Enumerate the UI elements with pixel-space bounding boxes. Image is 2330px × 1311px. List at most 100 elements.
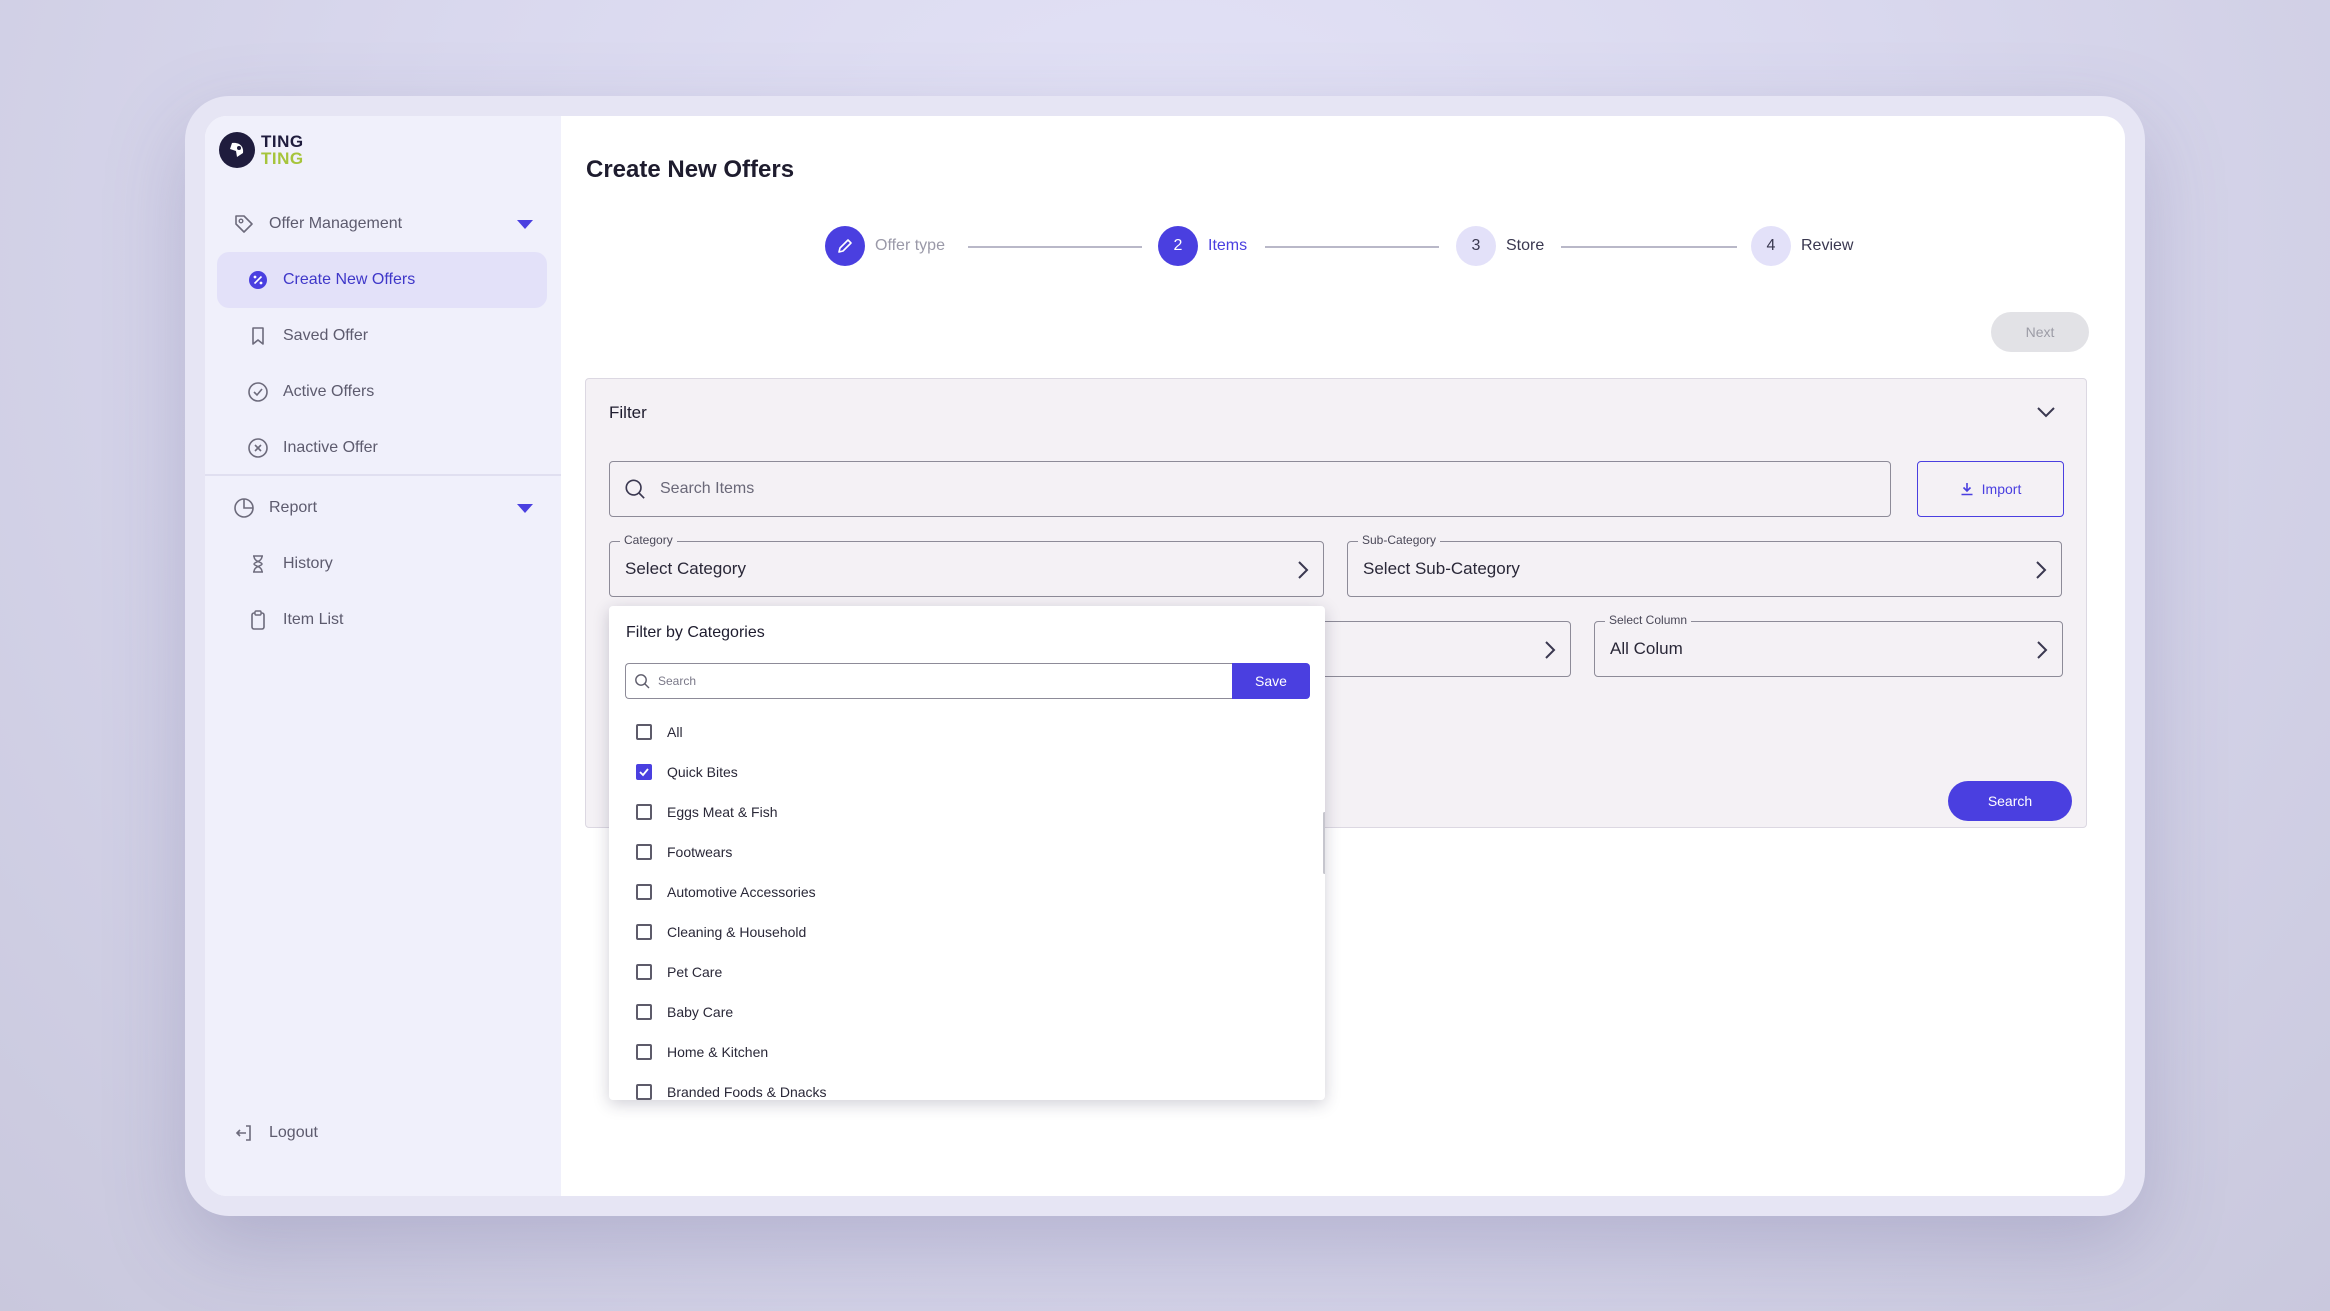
option-label: Home & Kitchen — [667, 1044, 769, 1060]
checkbox[interactable] — [636, 844, 652, 860]
category-label: Category — [620, 533, 677, 547]
sidebar: TING TING Offer Management Create New Of… — [205, 116, 561, 1196]
option-label: Cleaning & Household — [667, 924, 807, 940]
category-select[interactable]: Category Select Category — [609, 533, 1324, 597]
checkbox[interactable] — [636, 924, 652, 940]
pencil-icon — [838, 239, 852, 253]
sub-category-select[interactable]: Sub-Category Select Sub-Category — [1347, 533, 2062, 597]
filter-title: Filter — [609, 403, 647, 422]
sidebar-item-saved-offer[interactable]: Saved Offer — [217, 308, 547, 364]
step-review[interactable]: 4 Review — [1751, 226, 1853, 266]
step-label: Store — [1506, 237, 1545, 254]
search-button[interactable]: Search — [1948, 781, 2072, 821]
brand-mark-icon — [219, 132, 255, 168]
search-icon — [635, 674, 650, 689]
brand-name: TING TING — [261, 133, 304, 167]
dropdown-search-input[interactable]: Search — [625, 663, 1232, 699]
tag-icon — [233, 213, 255, 235]
sidebar-item-active-offers[interactable]: Active Offers — [217, 364, 547, 420]
sub-category-label: Sub-Category — [1358, 533, 1441, 547]
select-column-label: Select Column — [1605, 613, 1692, 627]
sidebar-item-item-list[interactable]: Item List — [217, 592, 547, 648]
category-options-list: All Quick Bites Eggs Meat & Fish Footwea… — [636, 712, 1276, 1100]
checkbox[interactable] — [636, 1044, 652, 1060]
caret-down-icon[interactable] — [517, 504, 533, 513]
select-column-select[interactable]: Select Column All Colum — [1594, 613, 2063, 677]
logout-button[interactable]: Logout — [233, 1122, 318, 1144]
chevron-down-icon[interactable] — [2036, 405, 2056, 424]
step-offer-type[interactable]: Offer type — [825, 226, 945, 266]
sub-category-value: Select Sub-Category — [1363, 559, 1520, 578]
category-option[interactable]: Cleaning & Household — [636, 912, 1276, 952]
category-option[interactable]: Eggs Meat & Fish — [636, 792, 1276, 832]
category-value: Select Category — [625, 559, 746, 578]
step-number: 4 — [1751, 226, 1791, 266]
sidebar-item-label: Active Offers — [283, 383, 375, 400]
discount-icon — [247, 269, 269, 291]
chevron-right-icon — [2036, 640, 2048, 665]
option-label: Footwears — [667, 844, 733, 860]
step-number: 2 — [1158, 226, 1198, 266]
sidebar-item-inactive-offer[interactable]: Inactive Offer — [217, 420, 547, 476]
option-label: All — [667, 724, 683, 740]
hourglass-icon — [247, 553, 269, 575]
step-connector — [1561, 246, 1737, 248]
sidebar-item-create-new-offers[interactable]: Create New Offers — [217, 252, 547, 308]
logout-label: Logout — [269, 1124, 318, 1141]
category-option[interactable]: All — [636, 712, 1276, 752]
step-items[interactable]: 2 Items — [1158, 226, 1247, 266]
step-store[interactable]: 3 Store — [1456, 226, 1544, 266]
download-icon — [1961, 483, 1973, 496]
sidebar-item-label: History — [283, 555, 333, 572]
checkbox[interactable] — [636, 764, 652, 780]
category-option[interactable]: Pet Care — [636, 952, 1276, 992]
option-label: Eggs Meat & Fish — [667, 804, 778, 820]
chevron-right-icon — [2035, 560, 2047, 585]
option-label: Baby Care — [667, 1004, 734, 1020]
logout-icon — [233, 1122, 255, 1144]
checkbox[interactable] — [636, 724, 652, 740]
category-option[interactable]: Automotive Accessories — [636, 872, 1276, 912]
nav-group-label: Offer Management — [269, 215, 403, 232]
chevron-right-icon — [1297, 560, 1309, 585]
search-items-input[interactable]: Search Items — [609, 461, 1891, 517]
category-option[interactable]: Quick Bites — [636, 752, 1276, 792]
checkbox[interactable] — [636, 884, 652, 900]
brand-line-2: TING — [261, 149, 304, 168]
checkbox[interactable] — [636, 964, 652, 980]
nav-group-report[interactable]: Report — [205, 480, 561, 536]
sidebar-item-label: Item List — [283, 611, 344, 628]
nav-group-offer-management[interactable]: Offer Management — [205, 196, 561, 252]
stepper: Offer type 2 Items 3 Store 4 Review — [561, 226, 2125, 272]
next-button[interactable]: Next — [1991, 312, 2089, 352]
step-label: Offer type — [875, 237, 945, 254]
import-label: Import — [1981, 481, 2022, 497]
search-items-placeholder: Search Items — [660, 480, 755, 497]
option-label: Branded Foods & Dnacks — [667, 1084, 827, 1100]
checkbox[interactable] — [636, 1004, 652, 1020]
step-connector — [1265, 246, 1439, 248]
import-button[interactable]: Import — [1917, 461, 2064, 517]
sidebar-item-label: Inactive Offer — [283, 439, 378, 456]
dropdown-scrollbar[interactable] — [1323, 812, 1325, 874]
dropdown-title: Filter by Categories — [626, 624, 765, 641]
option-label: Quick Bites — [667, 764, 738, 780]
checkbox[interactable] — [636, 804, 652, 820]
check-icon — [639, 768, 649, 777]
sidebar-item-history[interactable]: History — [217, 536, 547, 592]
nav-group-label: Report — [269, 499, 318, 516]
step-circle — [825, 226, 865, 266]
checkbox[interactable] — [636, 1084, 652, 1100]
caret-down-icon[interactable] — [517, 220, 533, 229]
step-label: Items — [1208, 237, 1248, 254]
brand-line-1: TING — [261, 132, 304, 151]
sidebar-item-label: Saved Offer — [283, 327, 369, 344]
x-circle-icon — [247, 437, 269, 459]
category-option[interactable]: Footwears — [636, 832, 1276, 872]
chevron-right-icon — [1544, 640, 1556, 665]
category-option[interactable]: Baby Care — [636, 992, 1276, 1032]
brand-logo[interactable]: TING TING — [219, 132, 304, 168]
save-button[interactable]: Save — [1232, 663, 1310, 699]
category-option[interactable]: Home & Kitchen — [636, 1032, 1276, 1072]
category-option[interactable]: Branded Foods & Dnacks — [636, 1072, 1276, 1100]
